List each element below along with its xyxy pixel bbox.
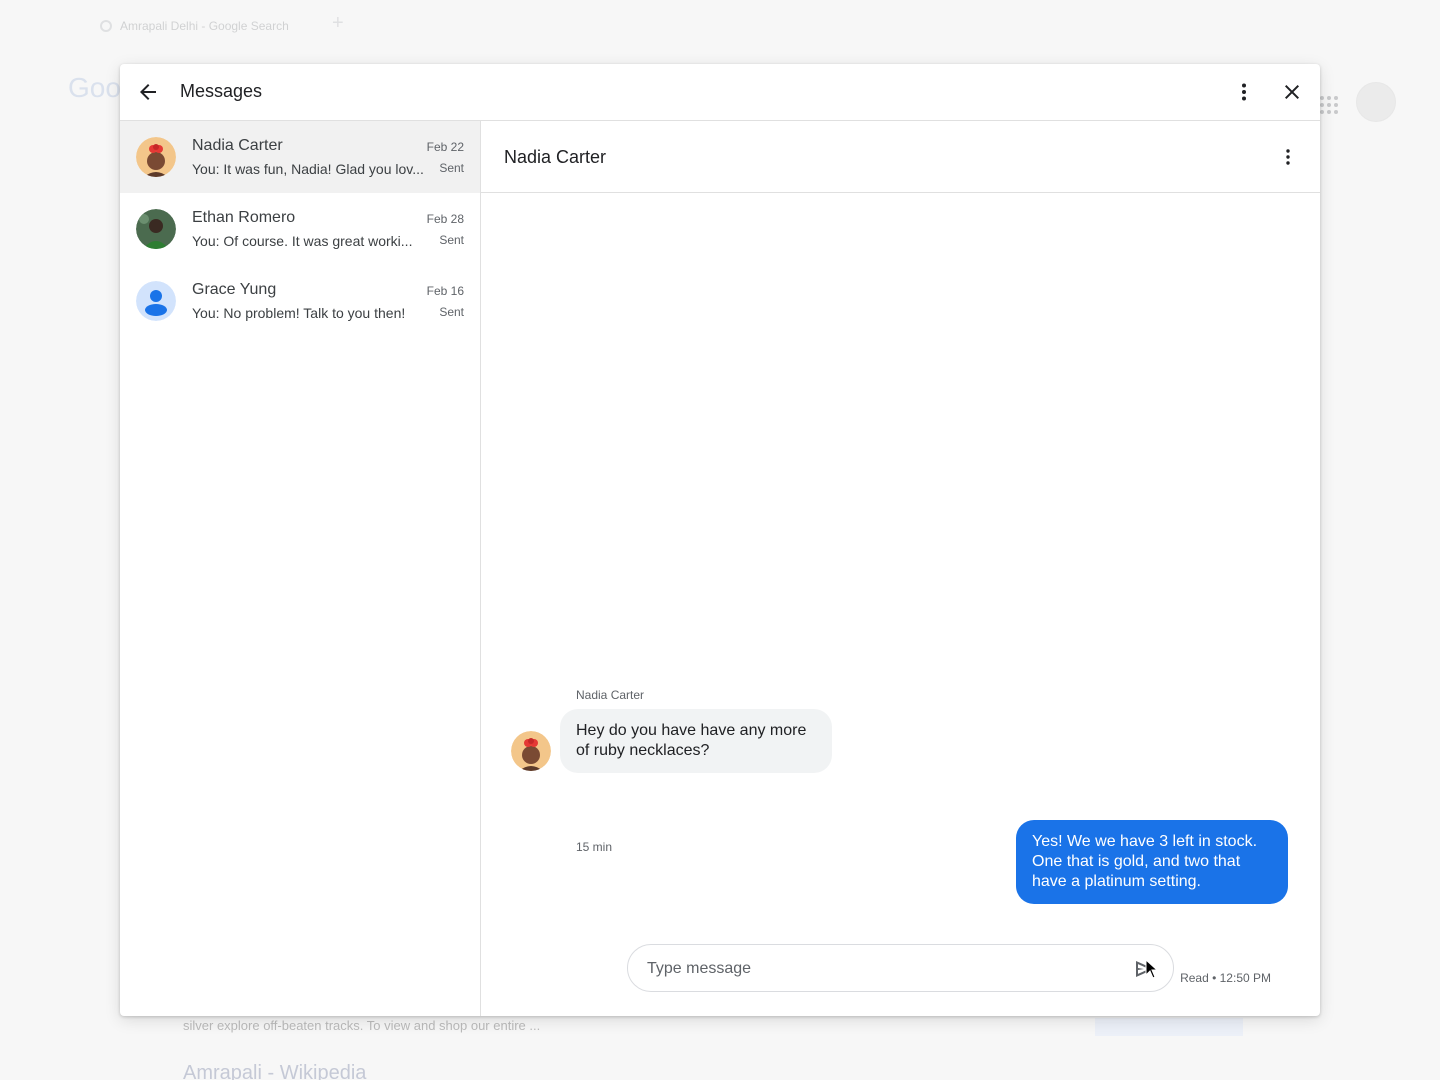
more-options-icon[interactable] [1232,80,1256,104]
avatar [136,137,176,177]
message-input[interactable] [647,958,1107,980]
conversation-snippet: You: No problem! Talk to you then! [192,305,406,321]
browser-tabstrip: Amrapali Delhi - Google Search + [0,0,1440,50]
google-favicon-icon [100,20,112,32]
conversation-item[interactable]: Nadia Carter You: It was fun, Nadia! Gla… [120,121,480,193]
back-arrow-icon[interactable] [136,80,160,104]
message-timestamp: 15 min [576,840,613,854]
chat-more-options-icon[interactable] [1276,145,1300,169]
browser-tab[interactable]: Amrapali Delhi - Google Search [100,14,289,38]
search-result-snippet: silver explore off-beaten tracks. To vie… [183,1018,541,1033]
default-person-icon [136,281,176,321]
close-icon[interactable] [1280,80,1304,104]
avatar [136,209,176,249]
incoming-message-bubble: Hey do you have have any more of ruby ne… [560,709,832,773]
conversation-item[interactable]: Ethan Romero You: Of course. It was grea… [120,193,480,265]
mouse-cursor-icon [1145,958,1159,979]
chat-pane: Nadia Carter Nadia Carter Hey do you hav… [481,121,1320,1016]
conversation-name: Grace Yung [192,281,277,298]
apps-grid-icon[interactable] [1320,96,1338,114]
message-sender-name: Nadia Carter [576,688,645,702]
avatar [511,731,551,771]
conversation-name: Nadia Carter [192,137,283,154]
conversation-snippet: You: Of course. It was great worki... [192,233,413,249]
conversation-date: Feb 28 [426,212,464,226]
chat-header: Nadia Carter [481,121,1320,193]
dialog-header: Messages [120,64,1320,121]
new-tab-icon[interactable]: + [332,12,344,35]
message-composer [627,944,1174,992]
chat-title: Nadia Carter [504,147,607,167]
conversation-list: Nadia Carter You: It was fun, Nadia! Gla… [120,121,481,1016]
background-chart [1095,1018,1243,1036]
dialog-title: Messages [180,81,263,101]
browser-tab-title: Amrapali Delhi - Google Search [120,19,289,33]
conversation-status: Sent [439,233,464,247]
search-result-link[interactable]: Amrapali - Wikipedia [183,1062,366,1080]
conversation-status: Sent [439,305,464,319]
message-read-status: Read • 12:50 PM [1180,971,1271,985]
google-logo: Goo [68,72,121,103]
conversation-status: Sent [439,161,464,175]
conversation-date: Feb 16 [426,284,464,298]
conversation-name: Ethan Romero [192,209,296,226]
account-avatar[interactable] [1356,82,1396,122]
messages-dialog: Messages Nadia Carter You: It was fun, N… [120,64,1320,1016]
conversation-item[interactable]: Grace Yung You: No problem! Talk to you … [120,265,480,337]
conversation-date: Feb 22 [426,140,464,154]
outgoing-message-bubble: Yes! We we have 3 left in stock. One tha… [1016,820,1288,904]
conversation-snippet: You: It was fun, Nadia! Glad you lov... [192,161,424,177]
